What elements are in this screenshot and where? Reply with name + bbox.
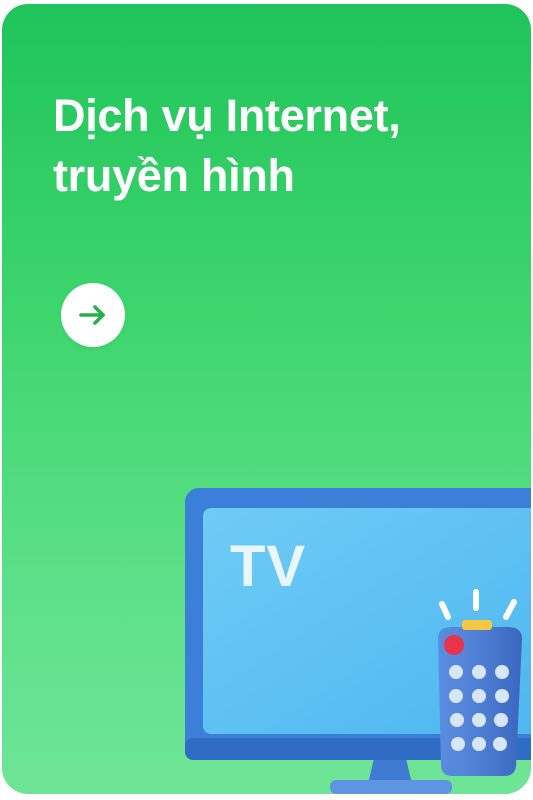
card-title: Dịch vụ Internet, truyền hình xyxy=(53,86,503,206)
internet-tv-service-card[interactable]: Dịch vụ Internet, truyền hình TV xyxy=(2,4,531,794)
remote-power-button xyxy=(444,635,464,655)
tv-illustration: TV xyxy=(185,488,531,794)
arrow-right-icon xyxy=(79,305,105,325)
remote-control-icon xyxy=(438,620,522,776)
card-title-line-1: Dịch vụ Internet, xyxy=(53,90,401,141)
card-title-line-2: truyền hình xyxy=(53,150,295,201)
go-button[interactable] xyxy=(61,283,125,347)
tv-label: TV xyxy=(230,534,306,599)
